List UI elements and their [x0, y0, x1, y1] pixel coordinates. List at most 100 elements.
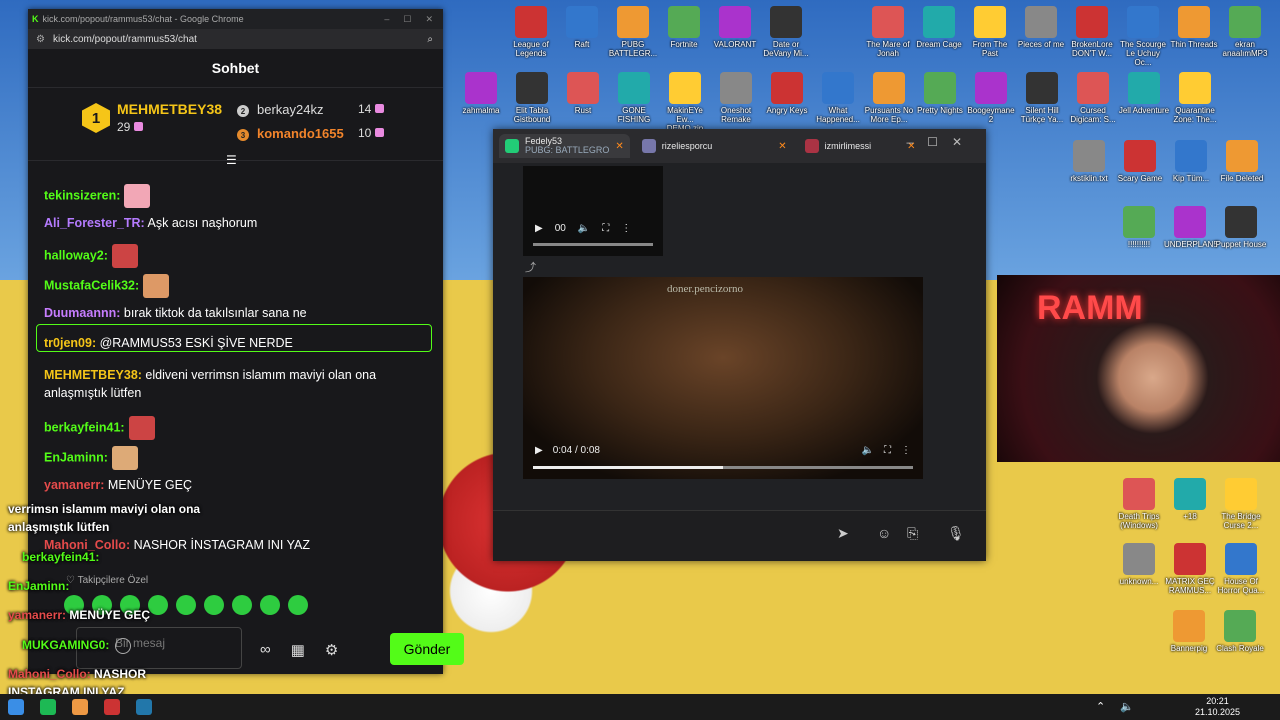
send-button[interactable]: Gönder	[390, 633, 464, 665]
chat-username[interactable]: EnJaminn:	[44, 450, 108, 464]
desktop-shortcut[interactable]: Date or DeVany Mi...	[760, 6, 812, 58]
desktop-shortcut[interactable]: Silent Hill Türkçe Ya...	[1016, 72, 1068, 124]
close-icon[interactable]: ✕	[952, 135, 976, 149]
small-video-progress[interactable]	[533, 243, 653, 246]
window-controls[interactable]: –☐✕	[906, 135, 976, 149]
desktop-shortcut[interactable]: Pursuants No More Ep...	[863, 72, 915, 124]
fullscreen-icon[interactable]: ⛶	[602, 223, 609, 234]
emote-button[interactable]	[288, 595, 308, 615]
video-controls[interactable]: ▶ 0:04 / 0:08 🔈 ⛶ ⋮	[535, 441, 911, 459]
volume-icon[interactable]: 🔈	[862, 445, 874, 456]
desktop-shortcut[interactable]: League of Legends	[505, 6, 557, 58]
desktop-shortcut[interactable]: Cursed Digicam: S...	[1067, 72, 1119, 124]
zoom-icon[interactable]: ⌕	[427, 34, 433, 45]
desktop-shortcut[interactable]: Death Trips (Windows)	[1113, 478, 1165, 530]
desktop-shortcut[interactable]: Thin Threads	[1168, 6, 1220, 49]
fullscreen-icon[interactable]: ⛶	[884, 445, 891, 456]
desktop-shortcut[interactable]: The Bridge Curse 2...	[1215, 478, 1267, 530]
desktop-shortcut[interactable]: Kip Tüm...	[1165, 140, 1217, 183]
emote-button[interactable]	[176, 595, 196, 615]
desktop-shortcut[interactable]: UNDERPLAN5	[1164, 206, 1218, 249]
settings-gear-icon[interactable]: ⚙	[325, 641, 338, 659]
desktop-shortcut[interactable]: From The Past	[964, 6, 1016, 58]
desktop-shortcut[interactable]: !!!!!!!!!!	[1113, 206, 1165, 249]
minimize-icon[interactable]: –	[384, 14, 389, 25]
desktop-shortcut[interactable]: The Mare of Jonah	[862, 6, 914, 58]
chat-username[interactable]: halloway2:	[44, 248, 108, 262]
desktop-shortcut[interactable]: Clash Royale	[1214, 610, 1266, 653]
close-icon[interactable]: ✕	[425, 14, 433, 25]
desktop-shortcut[interactable]: Scary Game	[1114, 140, 1166, 183]
chat-username[interactable]: MEHMETBEY38:	[44, 368, 142, 382]
emote-button[interactable]	[232, 595, 252, 615]
taskbar-clock[interactable]: 20:21 21.10.2025	[1195, 696, 1240, 718]
maximize-icon[interactable]: ☐	[403, 14, 411, 25]
tab-rizeliesporcu[interactable]: rizeliesporcu ✕	[636, 134, 793, 158]
youtube-icon[interactable]	[104, 699, 120, 715]
chrome-icon[interactable]	[72, 699, 88, 715]
desktop-shortcut[interactable]: VALORANT	[709, 6, 761, 49]
emoji-icon[interactable]: ☺	[877, 525, 891, 541]
window-controls[interactable]: – ☐ ✕	[384, 14, 443, 25]
tab-close-icon[interactable]: ✕	[615, 141, 623, 152]
browser-tab-strip[interactable]: Fedely53 PUBG: BATTLEGRO ✕ rizeliesporcu …	[493, 129, 986, 163]
chat-username[interactable]: tekinsizeren:	[44, 188, 120, 202]
volume-icon[interactable]: 🔈	[578, 223, 590, 234]
leader-3-name[interactable]: komando1655	[257, 126, 344, 141]
spotify-icon[interactable]	[40, 699, 56, 715]
desktop-shortcut[interactable]: BrokenLore DON'T W...	[1066, 6, 1118, 58]
emote-button[interactable]	[148, 595, 168, 615]
chat-username[interactable]: yamanerr:	[44, 478, 104, 492]
mic-icon[interactable]: 🎙	[947, 525, 965, 542]
emote-button[interactable]	[204, 595, 224, 615]
desktop-shortcut[interactable]: Pieces of me	[1015, 6, 1067, 49]
chrome-title-bar[interactable]: K kick.com/popout/rammus53/chat - Google…	[28, 9, 443, 29]
minimize-icon[interactable]: –	[906, 135, 927, 149]
chat-username[interactable]: tr0jen09:	[44, 336, 96, 350]
tab-izmirlimessi[interactable]: izmirlimessi ✕	[799, 134, 922, 158]
desktop-shortcut[interactable]: zahmalma	[455, 72, 507, 115]
desktop-shortcut[interactable]: The Scourge Le Uchuy Oc...	[1117, 6, 1169, 67]
site-info-icon[interactable]: ⚙	[36, 34, 45, 45]
chat-username[interactable]: Ali_Forester_TR:	[44, 216, 145, 230]
main-video-player[interactable]: doner.pencizorno ▶ 0:04 / 0:08 🔈 ⛶ ⋮	[523, 277, 923, 479]
maximize-icon[interactable]: ☐	[927, 135, 952, 149]
chat-window[interactable]: K kick.com/popout/rammus53/chat - Google…	[28, 9, 464, 674]
desktop-shortcut[interactable]: Puppet House	[1215, 206, 1267, 249]
video-progress-bar[interactable]	[533, 466, 913, 469]
more-options-icon[interactable]: ⋮	[621, 223, 631, 234]
attach-icon[interactable]: ⎘	[907, 525, 918, 542]
desktop-shortcut[interactable]: File Deleted	[1216, 140, 1268, 183]
loop-icon[interactable]: ∞	[260, 641, 271, 659]
emoji-icon[interactable]	[115, 638, 131, 654]
desktop-shortcut[interactable]: unknown...	[1113, 543, 1165, 586]
desktop-shortcut[interactable]: Pretty Nights	[914, 72, 966, 115]
steam-icon[interactable]	[136, 699, 152, 715]
desktop-shortcut[interactable]: House Of Horror Qua...	[1215, 543, 1267, 595]
leader-2-name[interactable]: berkay24kz	[257, 102, 323, 117]
desktop-shortcut[interactable]: Bannerpig	[1163, 610, 1215, 653]
start-icon[interactable]	[8, 699, 24, 715]
emote-button[interactable]	[260, 595, 280, 615]
desktop-shortcut[interactable]: +18	[1164, 478, 1216, 521]
more-options-icon[interactable]: ⋮	[901, 445, 911, 456]
desktop-shortcut[interactable]: GONE FISHING	[608, 72, 660, 124]
small-video-controls[interactable]: ▶ 00 🔈 ⛶ ⋮	[535, 223, 631, 234]
desktop-shortcut[interactable]: Elit Tabla Gistbound	[506, 72, 558, 124]
desktop-shortcut[interactable]: MATRIX GEÇ RAMMUS...	[1164, 543, 1216, 595]
chat-username[interactable]: berkayfein41:	[44, 420, 125, 434]
store-icon[interactable]: ▦	[291, 641, 305, 659]
collapse-leaderboard-icon[interactable]: ☰	[226, 153, 240, 167]
leader-1-name[interactable]: MEHMETBEY38	[117, 101, 222, 117]
chat-username[interactable]: Duumaannn:	[44, 306, 120, 320]
desktop-shortcut[interactable]: Oneshot Remake	[710, 72, 762, 124]
system-tray[interactable]: ⌃ 🔈	[1096, 700, 1140, 713]
url-bar[interactable]: ⚙ kick.com/popout/rammus53/chat ⌕	[28, 29, 443, 49]
tab-fedely53[interactable]: Fedely53 PUBG: BATTLEGRO ✕	[499, 134, 630, 158]
small-video-player[interactable]: ▶ 00 🔈 ⛶ ⋮	[523, 166, 663, 256]
chat-toolbar[interactable]: ∞ ▦ ⚙	[260, 641, 338, 659]
desktop-shortcut[interactable]: Angry Keys	[761, 72, 813, 115]
chat-username[interactable]: MustafaCelik32:	[44, 278, 139, 292]
play-icon[interactable]: ▶	[535, 445, 543, 456]
desktop-shortcut[interactable]: Raft	[556, 6, 608, 49]
